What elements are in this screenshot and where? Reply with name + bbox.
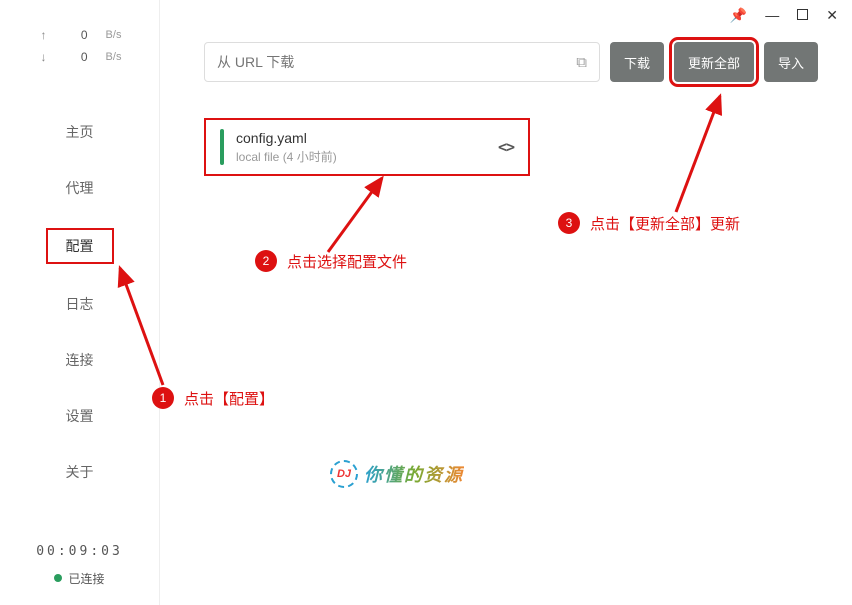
main-panel: ⧉ 下载 更新全部 导入 config.yaml local file (4 小… xyxy=(160,0,852,605)
nav-config-wrap[interactable]: 配置 xyxy=(0,216,159,276)
download-unit: B/s xyxy=(106,51,122,63)
import-button[interactable]: 导入 xyxy=(764,42,818,82)
card-body: config.yaml local file (4 小时前) xyxy=(236,130,486,165)
config-card[interactable]: config.yaml local file (4 小时前) <> xyxy=(204,118,530,176)
annotation-2-badge: 2 xyxy=(255,250,277,272)
download-arrow-icon: ↓ xyxy=(38,50,50,64)
nav-settings[interactable]: 设置 xyxy=(0,388,159,444)
speed-panel: ↑ 0 B/s ↓ 0 B/s xyxy=(0,0,159,90)
paste-icon[interactable]: ⧉ xyxy=(576,54,587,71)
upload-speed: ↑ 0 B/s xyxy=(0,28,159,42)
download-speed: ↓ 0 B/s xyxy=(0,50,159,64)
annotation-1: 1 点击【配置】 xyxy=(152,387,274,409)
connection-status: 已连接 xyxy=(54,570,104,587)
toolbar: ⧉ 下载 更新全部 导入 xyxy=(204,42,818,82)
annotation-1-text: 点击【配置】 xyxy=(184,388,274,409)
sidebar: ↑ 0 B/s ↓ 0 B/s 主页 代理 配置 日志 连接 设置 关于 00:… xyxy=(0,0,160,605)
annotation-3-badge: 3 xyxy=(558,212,580,234)
code-icon[interactable]: <> xyxy=(498,138,514,156)
annotation-3-text: 点击【更新全部】更新 xyxy=(590,213,740,234)
update-all-button[interactable]: 更新全部 xyxy=(674,42,754,82)
nav-connections[interactable]: 连接 xyxy=(0,332,159,388)
nav-logs[interactable]: 日志 xyxy=(0,276,159,332)
download-button[interactable]: 下载 xyxy=(610,42,664,82)
status-dot-icon xyxy=(54,574,62,582)
upload-arrow-icon: ↑ xyxy=(38,28,50,42)
nav-home[interactable]: 主页 xyxy=(0,104,159,160)
watermark: DJ 你懂的资源 xyxy=(330,460,464,488)
status-label: 已连接 xyxy=(68,570,104,587)
url-input[interactable] xyxy=(217,54,576,70)
upload-unit: B/s xyxy=(106,29,122,41)
annotation-2: 2 点击选择配置文件 xyxy=(255,250,407,272)
uptime: 00:09:03 xyxy=(0,544,159,559)
nav-about[interactable]: 关于 xyxy=(0,444,159,500)
config-title: config.yaml xyxy=(236,130,486,146)
watermark-text: 你懂的资源 xyxy=(364,461,464,487)
watermark-logo-icon: DJ xyxy=(330,460,358,488)
nav: 主页 代理 配置 日志 连接 设置 关于 xyxy=(0,104,159,500)
download-value: 0 xyxy=(68,50,88,64)
nav-proxy[interactable]: 代理 xyxy=(0,160,159,216)
nav-config[interactable]: 配置 xyxy=(46,228,114,264)
annotation-2-text: 点击选择配置文件 xyxy=(287,251,407,272)
config-subtitle: local file (4 小时前) xyxy=(236,148,486,165)
status-panel: 00:09:03 已连接 xyxy=(0,544,159,587)
card-active-bar-icon xyxy=(220,129,224,165)
annotation-1-badge: 1 xyxy=(152,387,174,409)
url-input-box[interactable]: ⧉ xyxy=(204,42,600,82)
annotation-3: 3 点击【更新全部】更新 xyxy=(558,212,740,234)
upload-value: 0 xyxy=(68,28,88,42)
